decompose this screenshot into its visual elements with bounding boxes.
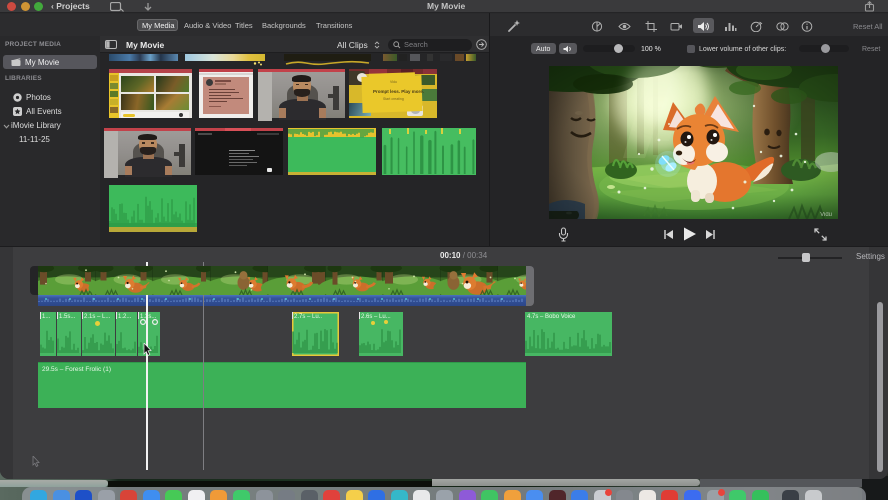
- svg-text:Vidu: Vidu: [820, 212, 832, 218]
